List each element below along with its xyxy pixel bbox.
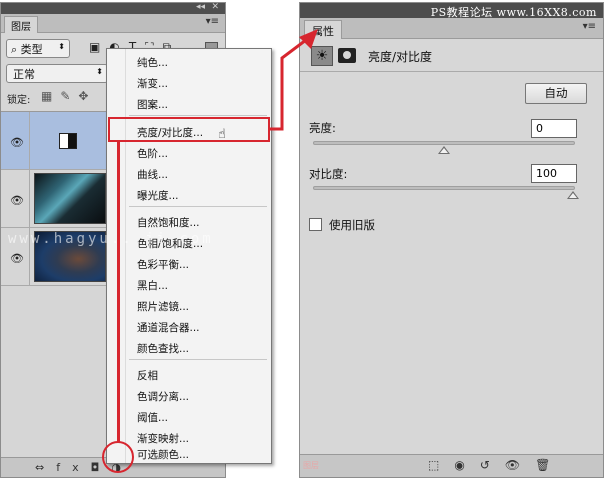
tab-layers[interactable]: 图层 — [4, 16, 38, 33]
brightness-input[interactable] — [531, 119, 577, 138]
menu-item-levels[interactable]: 色阶... — [137, 146, 168, 161]
menu-item-gradient[interactable]: 渐变... — [137, 76, 168, 91]
menu-item-threshold[interactable]: 阈值... — [137, 410, 168, 425]
adjustment-menu: 纯色... 渐变... 图案... 亮度/对比度... 色阶... 曲线... … — [106, 48, 272, 464]
menu-item-pattern[interactable]: 图案... — [137, 97, 168, 112]
watermark-bottom: 图层 — [303, 461, 319, 470]
close-icon[interactable]: ✕ — [211, 2, 219, 12]
menu-gutter — [125, 49, 126, 463]
lock-label: 锁定: — [7, 95, 31, 106]
menu-item-color-balance[interactable]: 色彩平衡... — [137, 257, 189, 272]
reset-icon[interactable]: ↺ — [480, 458, 505, 472]
fx-icon[interactable]: fx — [56, 461, 90, 474]
menu-item-channel-mixer[interactable]: 通道混合器... — [137, 320, 200, 335]
trash-icon[interactable]: 🗑 — [535, 458, 565, 472]
view-previous-icon[interactable]: ◉ — [454, 458, 479, 472]
lock-move-icon[interactable]: ✥ — [78, 89, 96, 103]
menu-item-solid-color[interactable]: 纯色... — [137, 55, 168, 70]
menu-item-gradient-map[interactable]: 渐变映射... — [137, 431, 189, 446]
menu-item-invert[interactable]: 反相 — [137, 368, 158, 383]
contrast-label: 对比度: — [309, 167, 348, 181]
annotation-circle — [102, 441, 134, 473]
mouse-pointer-icon: ☝ — [218, 127, 226, 142]
chevron-updown-icon: ⬍ — [58, 42, 65, 51]
divider — [300, 71, 603, 72]
contrast-slider-track[interactable] — [313, 186, 575, 190]
divider — [29, 112, 30, 170]
menu-item-selective-color[interactable]: 可选颜色... — [137, 447, 189, 462]
panel-title-bar: ◂◂ ✕ — [1, 2, 225, 14]
layer-filter-select[interactable]: ⌕ 类型 ⬍ — [6, 39, 70, 58]
menu-item-photo-filter[interactable]: 照片滤镜... — [137, 299, 189, 314]
search-icon: ⌕ — [11, 43, 18, 56]
properties-title: 亮度/对比度 — [368, 50, 433, 64]
menu-item-posterize[interactable]: 色调分离... — [137, 389, 189, 404]
properties-bottom-icons: ⬚◉↺👁🗑 — [428, 458, 565, 472]
eye-icon[interactable]: 👁 — [10, 252, 24, 265]
annotation-line — [117, 141, 120, 443]
auto-button[interactable]: 自动 — [525, 83, 587, 104]
eye-icon[interactable]: 👁 — [10, 136, 24, 149]
clip-to-layer-icon[interactable]: ⬚ — [428, 458, 454, 472]
menu-separator — [129, 206, 267, 207]
brightness-slider-handle[interactable] — [438, 146, 450, 154]
menu-item-black-white[interactable]: 黑白... — [137, 278, 168, 293]
city-layer-thumbnail — [34, 173, 106, 224]
menu-item-curves[interactable]: 曲线... — [137, 167, 168, 182]
collapse-icon[interactable]: ◂◂ — [196, 2, 205, 12]
contrast-input[interactable] — [531, 164, 577, 183]
divider — [29, 170, 30, 228]
menu-separator — [129, 115, 267, 116]
brightness-sun-icon[interactable]: ☀ — [311, 46, 333, 66]
lock-transparent-icon[interactable]: ▦ — [41, 89, 60, 103]
panel-menu-icon[interactable]: ▾≡ — [583, 21, 596, 32]
filter-type-label: 类型 — [20, 43, 43, 56]
brightness-label: 亮度: — [309, 121, 336, 135]
menu-item-color-lookup[interactable]: 颜色查找... — [137, 341, 189, 356]
visibility-icon[interactable]: 👁 — [505, 458, 535, 472]
lock-icons: ▦✎✥ — [41, 89, 96, 103]
properties-bottom-bar: ⬚◉↺👁🗑 — [300, 454, 603, 477]
lock-paint-icon[interactable]: ✎ — [60, 89, 78, 103]
tab-properties[interactable]: 属性 — [304, 20, 342, 39]
menu-item-exposure[interactable]: 曝光度... — [137, 188, 179, 203]
properties-tab-row: 属性 ▾≡ — [300, 18, 603, 39]
layers-tab-row: 图层 ▾≡ — [1, 14, 225, 33]
chevron-updown-icon: ⬍ — [96, 67, 103, 76]
use-legacy-label: 使用旧版 — [329, 218, 375, 232]
link-icon[interactable]: ⇔ — [35, 461, 56, 474]
mask-icon[interactable] — [338, 48, 356, 63]
highlight-box — [108, 117, 270, 142]
panel-title-bar: PS教程论坛 www.16XX8.com — [300, 3, 603, 19]
panel-menu-icon[interactable]: ▾≡ — [206, 16, 219, 27]
use-legacy-checkbox[interactable] — [309, 218, 322, 231]
watermark-middle: www.hagyu...ji.com — [8, 231, 214, 247]
properties-panel: PS教程论坛 www.16XX8.com 属性 ▾≡ ☀ 亮度/对比度 自动 亮… — [299, 2, 604, 478]
eye-icon[interactable]: 👁 — [10, 194, 24, 207]
menu-item-vibrance[interactable]: 自然饱和度... — [137, 215, 200, 230]
menu-separator — [129, 359, 267, 360]
adjustment-layer-thumbnail — [59, 133, 77, 149]
blend-mode-select[interactable]: 正常 ⬍ — [6, 64, 108, 83]
blend-mode-value: 正常 — [13, 68, 35, 81]
brightness-slider-track[interactable] — [313, 141, 575, 145]
contrast-slider-handle[interactable] — [567, 191, 579, 199]
